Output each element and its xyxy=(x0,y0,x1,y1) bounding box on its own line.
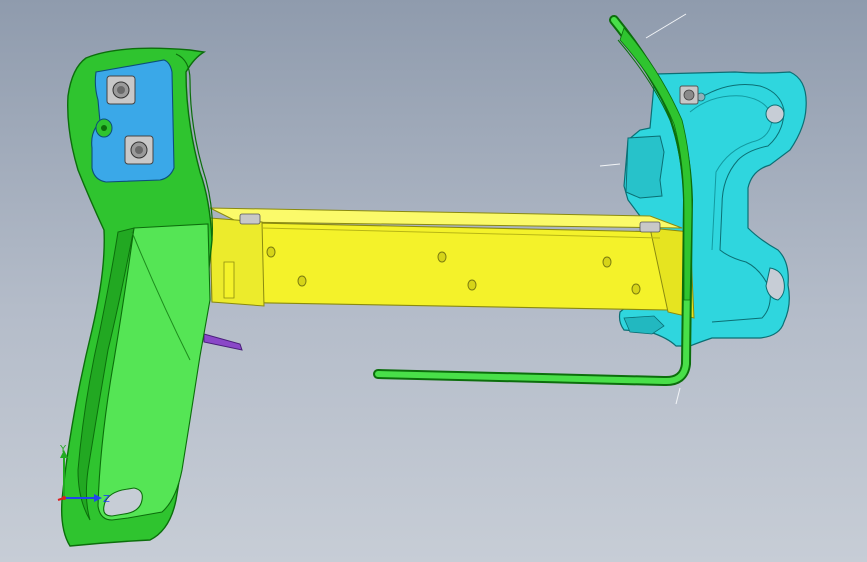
crossbeam-side-face[interactable] xyxy=(209,221,669,311)
left-bracket-nut-thread xyxy=(135,146,143,154)
construction-line xyxy=(599,163,621,167)
left-bracket-small-tab xyxy=(223,261,235,299)
crossbeam-hole xyxy=(437,251,447,263)
purple-tab[interactable] xyxy=(203,333,243,351)
crossbeam-fastener xyxy=(639,221,661,233)
crossbeam-fastener xyxy=(239,213,261,225)
construction-line xyxy=(645,13,687,39)
crossbeam-hole xyxy=(266,246,276,258)
cad-viewport[interactable]: Y Z xyxy=(0,0,867,562)
left-bracket[interactable] xyxy=(60,47,235,547)
crossbeam-hole xyxy=(631,283,641,295)
construction-line xyxy=(675,387,681,405)
crossbeam-left-flange xyxy=(209,217,265,307)
mount-plate-hole xyxy=(765,104,785,124)
crossbeam-hole xyxy=(467,279,477,291)
left-bracket-nut-thread xyxy=(117,86,125,94)
axis-z-label: Z xyxy=(103,494,110,505)
crossbeam-hole xyxy=(602,256,612,268)
mount-plate-nut-hole xyxy=(683,89,695,101)
cad-scene[interactable]: Y Z xyxy=(0,0,867,562)
left-bracket-pad-hole-inner xyxy=(101,125,107,131)
axis-y-label: Y xyxy=(59,444,67,455)
axis-origin xyxy=(62,496,66,500)
crossbeam-hole xyxy=(297,275,307,287)
crossbeam[interactable] xyxy=(209,207,695,319)
mount-plate-tab xyxy=(625,135,665,199)
